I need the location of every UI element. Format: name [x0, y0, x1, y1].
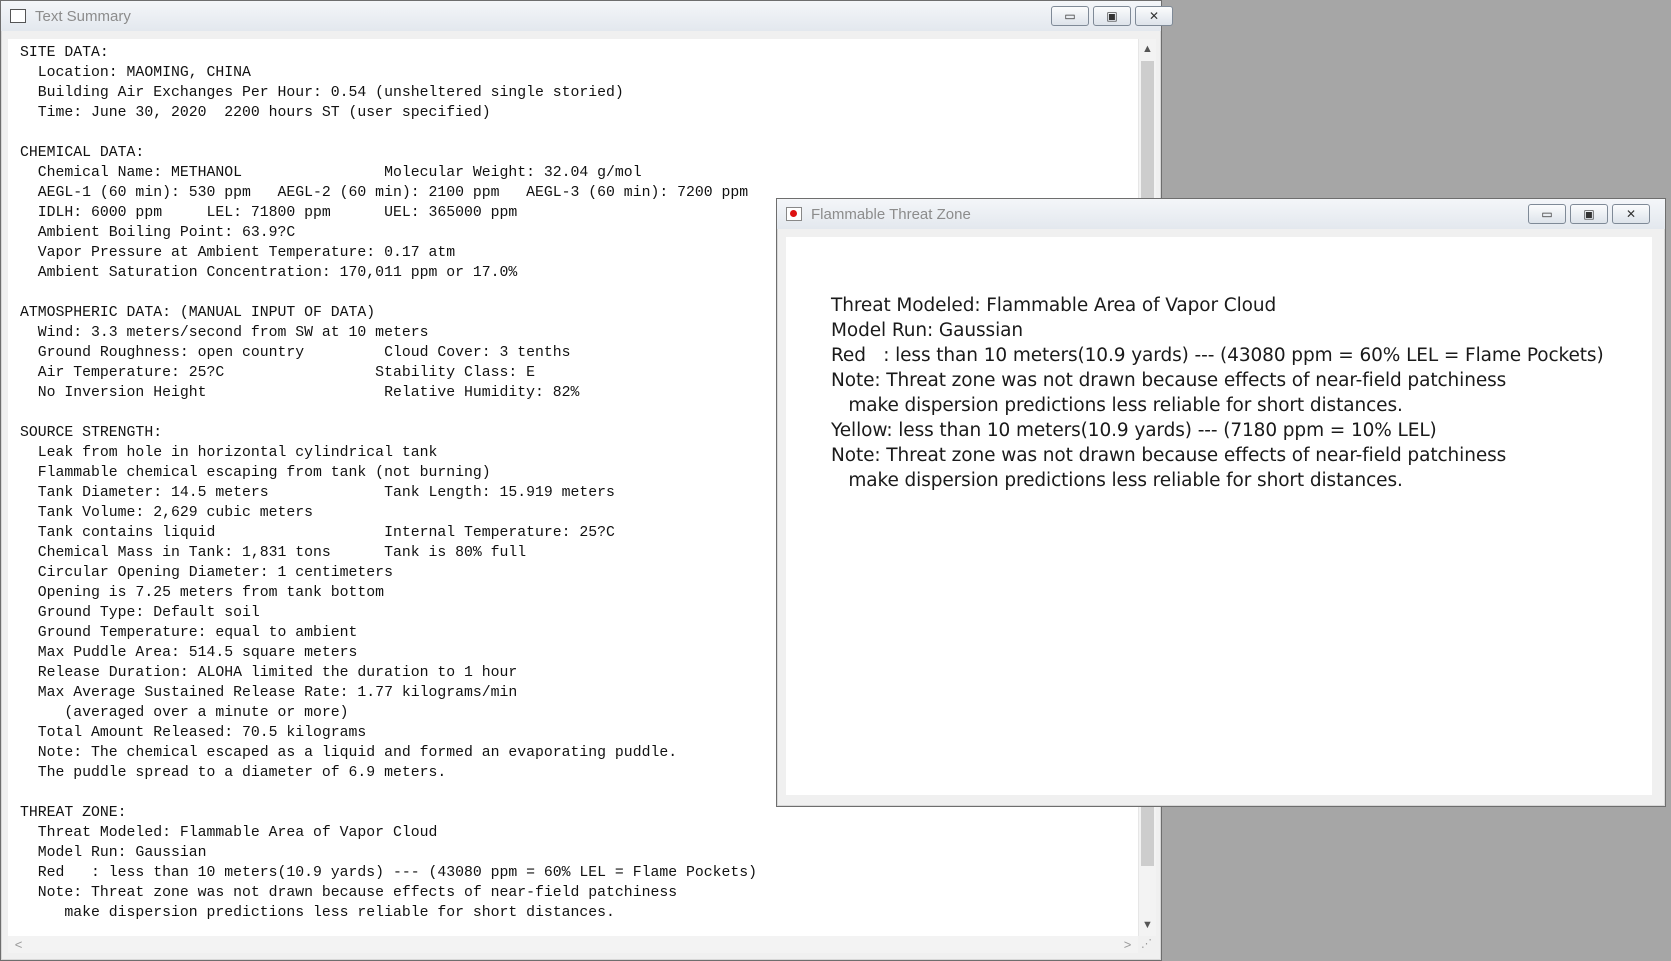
horizontal-scrollbar[interactable]: < >: [8, 936, 1138, 953]
aloha-app-icon: [786, 207, 802, 221]
close-button[interactable]: ✕: [1135, 6, 1173, 26]
threat-zone-titlebar[interactable]: Flammable Threat Zone ▭ ▣ ✕: [777, 199, 1665, 229]
window-controls: ▭ ▣ ✕: [1528, 204, 1650, 224]
flammable-threat-zone-window[interactable]: Flammable Threat Zone ▭ ▣ ✕ Threat Model…: [776, 198, 1666, 807]
text-summary-titlebar[interactable]: Text Summary ▭ ▣ ✕: [1, 1, 1173, 31]
maximize-button[interactable]: ▣: [1570, 204, 1608, 224]
maximize-button[interactable]: ▣: [1093, 6, 1131, 26]
close-button[interactable]: ✕: [1612, 204, 1650, 224]
window-title: Flammable Threat Zone: [811, 206, 971, 223]
window-title: Text Summary: [35, 8, 131, 25]
scroll-down-arrow-icon[interactable]: ▼: [1139, 917, 1156, 934]
window-controls: ▭ ▣ ✕: [1051, 6, 1173, 26]
minimize-button[interactable]: ▭: [1051, 6, 1089, 26]
scroll-right-arrow-icon[interactable]: >: [1119, 936, 1136, 953]
threat-zone-text: Threat Modeled: Flammable Area of Vapor …: [831, 295, 1604, 491]
resize-grip-icon[interactable]: ⋰: [1138, 936, 1155, 953]
scroll-up-arrow-icon[interactable]: ▲: [1139, 41, 1156, 58]
threat-zone-content: Threat Modeled: Flammable Area of Vapor …: [786, 237, 1652, 795]
minimize-button[interactable]: ▭: [1528, 204, 1566, 224]
console-app-icon: [10, 9, 26, 23]
scroll-left-arrow-icon[interactable]: <: [10, 936, 27, 953]
